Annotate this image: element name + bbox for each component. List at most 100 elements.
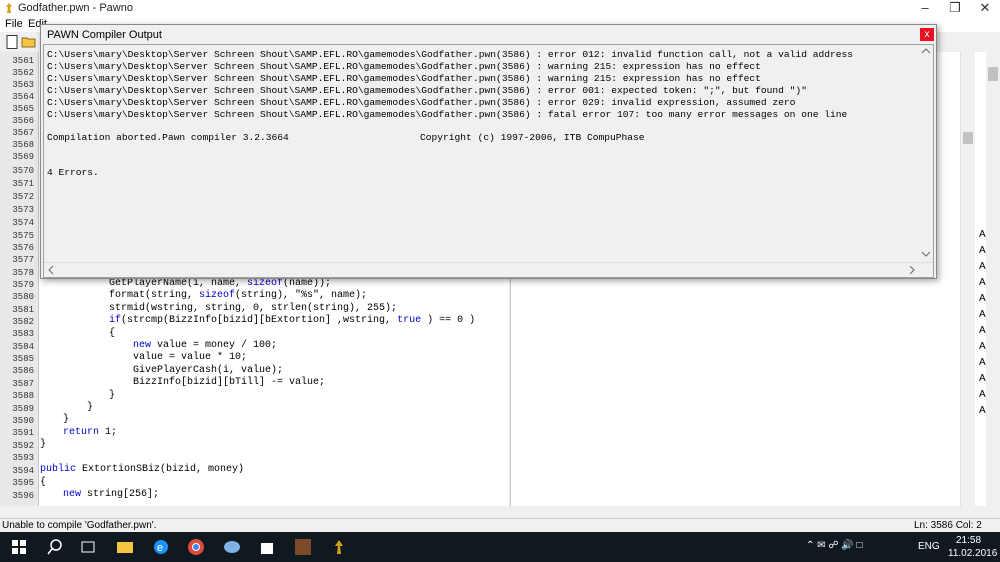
output-line: Compilation aborted.Pawn compiler 3.2.36… xyxy=(47,132,289,143)
output-line: C:\Users\mary\Desktop\Server Schreen Sho… xyxy=(47,49,854,60)
line-number: 3584 xyxy=(12,342,34,352)
line-number: 3577 xyxy=(12,255,34,265)
editor-scrollbar[interactable] xyxy=(960,52,975,506)
edge-browser-icon[interactable]: e xyxy=(152,538,170,556)
scroll-right-icon[interactable] xyxy=(909,266,915,274)
code-line: if(strcmp(BizzInfo[bizid][bExtortion] ,w… xyxy=(109,315,476,326)
task-view-icon[interactable] xyxy=(79,538,97,556)
function-list-item[interactable]: A xyxy=(979,277,986,288)
code-line: } xyxy=(87,402,94,413)
function-list-item[interactable]: A xyxy=(979,325,986,336)
code-line: public ExtortionSBiz(bizid, money) xyxy=(40,464,245,475)
pawno-app-icon xyxy=(6,3,12,13)
output-line: C:\Users\mary\Desktop\Server Schreen Sho… xyxy=(47,85,807,96)
function-list-item[interactable]: A xyxy=(979,405,986,416)
function-list-item[interactable]: A xyxy=(979,341,986,352)
line-number: 3588 xyxy=(12,391,34,401)
line-number: 3582 xyxy=(12,317,34,327)
search-icon[interactable] xyxy=(46,538,64,556)
status-message: Unable to compile 'Godfather.pwn'. xyxy=(2,520,157,531)
line-number: 3580 xyxy=(12,292,34,302)
function-list-item[interactable]: A xyxy=(979,389,986,400)
maximize-button[interactable]: ❐ xyxy=(940,0,970,17)
close-window-button[interactable]: ✕ xyxy=(970,0,1000,17)
code-line: value = value * 10; xyxy=(133,352,248,363)
line-number: 3561 xyxy=(12,56,34,66)
code-line: format(string, sizeof(string), "%s", nam… xyxy=(109,290,368,301)
code-line: } xyxy=(109,390,116,401)
code-line: { xyxy=(109,328,116,339)
scroll-left-icon[interactable] xyxy=(48,266,54,274)
taskbar: e ⌃ ✉ ☍ 🔊 □ ENG 21:58 11.02.2016 xyxy=(0,532,1000,562)
line-number: 3589 xyxy=(12,404,34,414)
line-number: 3594 xyxy=(12,466,34,476)
function-list-item[interactable]: A xyxy=(979,293,986,304)
line-number: 3569 xyxy=(12,152,34,162)
code-line: GetPlayerName(i, name, sizeof(name)); xyxy=(109,278,332,289)
code-line: BizzInfo[bizid][bTill] -= value; xyxy=(133,377,326,388)
scroll-down-icon[interactable] xyxy=(922,251,930,257)
line-number-gutter: 3561 3562 3563 3564 3565 3566 3567 3568 … xyxy=(0,52,39,506)
code-line: } xyxy=(40,439,47,450)
store-icon[interactable] xyxy=(258,538,276,556)
dialog-title: PAWN Compiler Output xyxy=(47,29,162,41)
line-number: 3596 xyxy=(12,491,34,501)
line-number: 3563 xyxy=(12,80,34,90)
line-number: 3565 xyxy=(12,104,34,114)
code-line: new string[256]; xyxy=(63,489,160,500)
line-number: 3571 xyxy=(12,179,34,189)
cursor-position: Ln: 3586 Col: 2 xyxy=(914,520,982,531)
function-list-item[interactable]: A xyxy=(979,245,986,256)
windows-start-icon[interactable] xyxy=(10,538,28,556)
line-number: 3575 xyxy=(12,231,34,241)
status-bar: Unable to compile 'Godfather.pwn'. Ln: 3… xyxy=(0,518,1000,533)
line-number: 3579 xyxy=(12,280,34,290)
line-number: 3562 xyxy=(12,68,34,78)
compiler-output-text[interactable]: C:\Users\mary\Desktop\Server Schreen Sho… xyxy=(43,44,934,278)
dialog-close-button[interactable]: x xyxy=(920,28,934,41)
code-line: } xyxy=(63,414,70,425)
dialog-horizontal-scrollbar[interactable] xyxy=(44,262,933,277)
paint-icon[interactable] xyxy=(223,538,241,556)
function-list-item[interactable]: A xyxy=(979,309,986,320)
line-number: 3593 xyxy=(12,453,34,463)
code-line: { xyxy=(40,477,47,488)
pawno-taskbar-icon[interactable] xyxy=(330,538,348,556)
line-number: 3572 xyxy=(12,192,34,202)
game-app-icon[interactable] xyxy=(294,538,312,556)
svg-text:e: e xyxy=(157,542,163,554)
compiler-output-dialog: PAWN Compiler Output x C:\Users\mary\Des… xyxy=(40,24,937,279)
line-number: 3576 xyxy=(12,243,34,253)
chrome-icon[interactable] xyxy=(187,538,205,556)
clock-time[interactable]: 21:58 xyxy=(956,535,981,546)
line-number: 3586 xyxy=(12,366,34,376)
scrollbar-thumb[interactable] xyxy=(963,132,973,144)
new-file-icon[interactable] xyxy=(4,34,20,50)
clock-date[interactable]: 11.02.2016 xyxy=(948,548,997,559)
line-number: 3573 xyxy=(12,205,34,215)
file-explorer-icon[interactable] xyxy=(116,538,134,556)
line-number: 3574 xyxy=(12,218,34,228)
line-number: 3581 xyxy=(12,305,34,315)
window-title: Godfather.pwn - Pawno xyxy=(18,2,133,14)
open-folder-icon[interactable] xyxy=(21,34,37,50)
menu-file[interactable]: File xyxy=(5,18,23,30)
minimize-button[interactable]: – xyxy=(910,0,940,17)
line-number: 3568 xyxy=(12,140,34,150)
function-list-item[interactable]: A xyxy=(979,373,986,384)
line-number: 3564 xyxy=(12,92,34,102)
code-line: new value = money / 100; xyxy=(133,340,278,351)
code-line: strmid(wstring, string, 0, strlen(string… xyxy=(109,303,398,314)
output-line: C:\Users\mary\Desktop\Server Schreen Sho… xyxy=(47,97,796,108)
scroll-up-icon[interactable] xyxy=(922,48,930,54)
line-number: 3587 xyxy=(12,379,34,389)
language-indicator[interactable]: ENG xyxy=(918,541,940,552)
tray-icons[interactable]: ⌃ ✉ ☍ 🔊 □ xyxy=(806,540,863,551)
function-list-scrollbar[interactable] xyxy=(986,52,1000,506)
scrollbar-thumb[interactable] xyxy=(988,67,998,81)
function-list-item[interactable]: A xyxy=(979,229,986,240)
output-line: C:\Users\mary\Desktop\Server Schreen Sho… xyxy=(47,61,761,72)
function-list-item[interactable]: A xyxy=(979,357,986,368)
dialog-vertical-scrollbar[interactable] xyxy=(919,45,933,260)
function-list-item[interactable]: A xyxy=(979,261,986,272)
